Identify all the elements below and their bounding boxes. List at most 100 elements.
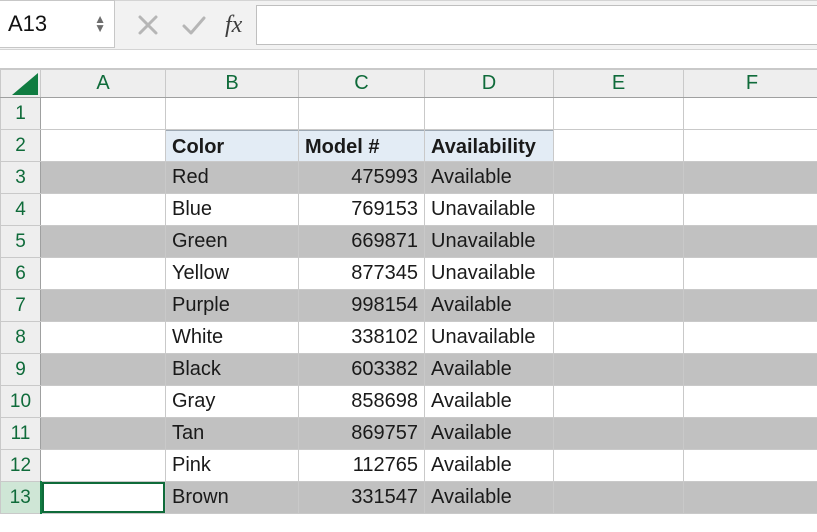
column-header-f[interactable]: F (684, 70, 817, 98)
cell-color[interactable]: White (166, 322, 299, 354)
cell[interactable] (684, 322, 817, 354)
cell-availability[interactable]: Unavailable (425, 258, 554, 290)
cell[interactable] (684, 354, 817, 386)
name-box[interactable]: A13 ▲ ▼ (0, 0, 115, 48)
cell[interactable] (41, 226, 166, 258)
cell[interactable] (41, 386, 166, 418)
cell-color[interactable]: Red (166, 162, 299, 194)
cell[interactable] (684, 418, 817, 450)
cell-color[interactable]: Blue (166, 194, 299, 226)
cell[interactable] (684, 226, 817, 258)
cell[interactable] (684, 258, 817, 290)
cell-color[interactable]: Purple (166, 290, 299, 322)
cell[interactable] (554, 194, 684, 226)
accept-formula-button[interactable] (181, 14, 207, 36)
cell[interactable] (554, 418, 684, 450)
cell[interactable] (41, 322, 166, 354)
cell[interactable] (41, 354, 166, 386)
cell-color[interactable]: Brown (166, 482, 299, 514)
cell[interactable] (554, 482, 684, 514)
row-header[interactable]: 8 (1, 322, 41, 354)
cell-header-availability[interactable]: Availability (425, 130, 554, 162)
cell-model[interactable]: 475993 (299, 162, 425, 194)
cell[interactable] (166, 98, 299, 130)
cell-model[interactable]: 669871 (299, 226, 425, 258)
cell-model[interactable]: 603382 (299, 354, 425, 386)
cell[interactable] (41, 98, 166, 130)
cell[interactable] (684, 162, 817, 194)
cell[interactable] (299, 98, 425, 130)
cell[interactable] (554, 162, 684, 194)
column-header-e[interactable]: E (554, 70, 684, 98)
cell-availability[interactable]: Available (425, 354, 554, 386)
cell[interactable] (684, 98, 817, 130)
row-header[interactable]: 7 (1, 290, 41, 322)
cell-availability[interactable]: Unavailable (425, 194, 554, 226)
cell-model[interactable]: 338102 (299, 322, 425, 354)
cell-availability[interactable]: Available (425, 386, 554, 418)
cell[interactable] (554, 258, 684, 290)
cell-header-model[interactable]: Model # (299, 130, 425, 162)
column-header-a[interactable]: A (41, 70, 166, 98)
cancel-formula-button[interactable] (137, 14, 159, 36)
cell-model[interactable]: 769153 (299, 194, 425, 226)
row-header[interactable]: 11 (1, 418, 41, 450)
cell-color[interactable]: Black (166, 354, 299, 386)
cell-color[interactable]: Pink (166, 450, 299, 482)
cell[interactable] (41, 162, 166, 194)
cell[interactable] (684, 130, 817, 162)
cell-model[interactable]: 998154 (299, 290, 425, 322)
stepper-down-icon[interactable]: ▼ (94, 24, 106, 33)
cell[interactable] (41, 130, 166, 162)
row-header[interactable]: 6 (1, 258, 41, 290)
spreadsheet-grid[interactable]: A B C D E F 1 2 Color Model # Availabili… (0, 69, 817, 514)
cell[interactable] (554, 450, 684, 482)
cell[interactable] (41, 290, 166, 322)
column-header-d[interactable]: D (425, 70, 554, 98)
column-header-c[interactable]: C (299, 70, 425, 98)
fx-label[interactable]: fx (225, 1, 252, 49)
cell-color[interactable]: Yellow (166, 258, 299, 290)
column-header-b[interactable]: B (166, 70, 299, 98)
cell-header-color[interactable]: Color (166, 130, 299, 162)
row-header[interactable]: 1 (1, 98, 41, 130)
cell-availability[interactable]: Unavailable (425, 322, 554, 354)
cell[interactable] (425, 98, 554, 130)
cell-availability[interactable]: Unavailable (425, 226, 554, 258)
cell[interactable] (41, 194, 166, 226)
cell[interactable] (554, 290, 684, 322)
cell[interactable] (41, 258, 166, 290)
cell-availability[interactable]: Available (425, 290, 554, 322)
cell-availability[interactable]: Available (425, 450, 554, 482)
row-header[interactable]: 10 (1, 386, 41, 418)
cell[interactable] (684, 290, 817, 322)
cell[interactable] (41, 450, 166, 482)
cell[interactable] (554, 354, 684, 386)
row-header[interactable]: 5 (1, 226, 41, 258)
row-header[interactable]: 2 (1, 130, 41, 162)
cell-color[interactable]: Green (166, 226, 299, 258)
cell-model[interactable]: 112765 (299, 450, 425, 482)
cell[interactable] (684, 450, 817, 482)
row-header[interactable]: 9 (1, 354, 41, 386)
cell[interactable] (41, 418, 166, 450)
cell[interactable] (684, 482, 817, 514)
cell[interactable] (684, 386, 817, 418)
cell-color[interactable]: Gray (166, 386, 299, 418)
cell-model[interactable]: 877345 (299, 258, 425, 290)
cell-availability[interactable]: Available (425, 482, 554, 514)
cell-availability[interactable]: Available (425, 418, 554, 450)
name-box-stepper[interactable]: ▲ ▼ (94, 15, 106, 33)
row-header[interactable]: 3 (1, 162, 41, 194)
row-header[interactable]: 4 (1, 194, 41, 226)
cell[interactable] (554, 322, 684, 354)
cell-model[interactable]: 331547 (299, 482, 425, 514)
cell[interactable] (684, 194, 817, 226)
cell[interactable] (554, 98, 684, 130)
row-header[interactable]: 13 (1, 482, 41, 514)
cell-color[interactable]: Tan (166, 418, 299, 450)
cell[interactable] (554, 386, 684, 418)
cell-model[interactable]: 858698 (299, 386, 425, 418)
cell-availability[interactable]: Available (425, 162, 554, 194)
active-cell[interactable] (41, 482, 166, 514)
